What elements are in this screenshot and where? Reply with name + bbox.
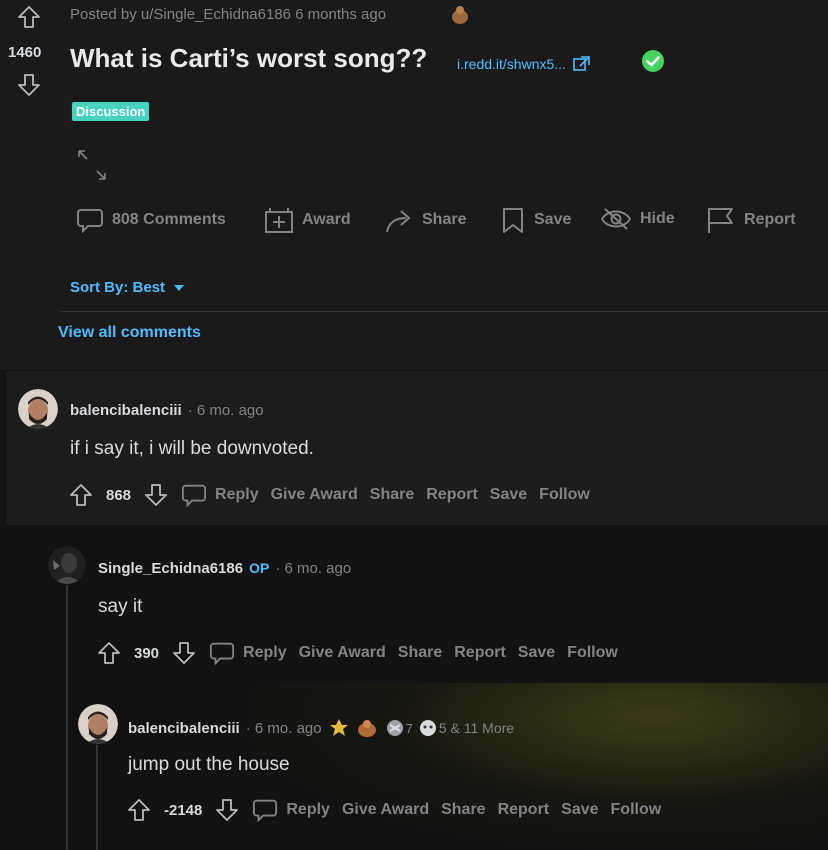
upvote-arrow-icon[interactable] [68, 482, 94, 508]
comment-3-actions: -2148 Reply Give Award Share Report Save… [126, 797, 661, 823]
comment-1-header: balencibalenciii · 6 mo. ago [70, 402, 264, 419]
comment-text: say it [98, 596, 143, 617]
award-button[interactable]: Award [264, 206, 351, 234]
op-badge: OP [249, 560, 270, 576]
comment-bubble-icon [253, 799, 278, 823]
share-button[interactable]: Share [384, 206, 466, 234]
give-award-button[interactable]: Give Award [342, 801, 429, 819]
report-button[interactable]: Report [426, 486, 478, 504]
comment-2-header: Single_Echidna6186 OP · 6 mo. ago [98, 560, 351, 577]
share-button[interactable]: Share [441, 801, 485, 819]
expand-icon[interactable] [76, 148, 108, 182]
avatar[interactable] [78, 704, 118, 744]
comment-1-actions: 868 Reply Give Award Share Report Save F… [68, 482, 590, 508]
sort-dropdown[interactable]: Sort By: Best [70, 279, 185, 296]
award-label: Award [302, 211, 351, 228]
award-icon[interactable] [328, 717, 350, 739]
comment-time: · 6 mo. ago [245, 719, 322, 737]
report-button[interactable]: Report [706, 206, 796, 234]
share-arrow-icon [386, 210, 411, 233]
thread-line[interactable] [66, 585, 68, 850]
report-button[interactable]: Report [454, 644, 506, 662]
reply-button[interactable]: Reply [209, 640, 287, 666]
give-award-button[interactable]: Give Award [271, 486, 358, 504]
caret-down-icon [174, 284, 185, 291]
comment-2-actions: 390 Reply Give Award Share Report Save F… [96, 640, 618, 666]
downvote-arrow-icon [18, 74, 40, 96]
report-button[interactable]: Report [498, 801, 550, 819]
comment-text: jump out the house [128, 754, 290, 775]
sort-label: Sort By: Best [70, 279, 166, 296]
report-label: Report [744, 211, 796, 228]
post-link[interactable]: i.redd.it/shwnx5... [457, 55, 592, 73]
post-title[interactable]: What is Carti’s worst song?? [70, 43, 427, 74]
view-all-comments-link[interactable]: View all comments [58, 324, 201, 342]
upvote-button[interactable] [16, 4, 42, 30]
save-button[interactable]: Save [500, 206, 571, 234]
avatar[interactable] [18, 389, 58, 429]
comment-time: · 6 mo. ago [275, 560, 352, 577]
comment-username[interactable]: Single_Echidna6186 [98, 560, 243, 577]
post-score: 1460 [8, 44, 42, 61]
save-button[interactable]: Save [490, 486, 527, 504]
flag-icon [708, 208, 733, 233]
comment-bubble-icon [209, 642, 235, 666]
upvote-arrow-icon[interactable] [96, 640, 122, 666]
divider [60, 311, 828, 312]
downvote-arrow-icon[interactable] [143, 482, 169, 508]
award-count: 7 [405, 720, 413, 736]
comment-username[interactable]: balencibalenciii [128, 720, 240, 737]
external-link-icon [573, 56, 590, 71]
comment-score: -2148 [164, 801, 203, 819]
background-glow [250, 683, 828, 850]
award-icon[interactable] [356, 717, 378, 739]
comments-count-label: 808 Comments [112, 211, 226, 228]
comment-text: if i say it, i will be downvoted. [70, 438, 314, 459]
bookmark-icon [503, 208, 523, 233]
comment-bubble-icon [181, 484, 207, 508]
comment-score: 390 [134, 644, 160, 662]
hide-button[interactable]: Hide [600, 206, 675, 232]
upvote-arrow-icon[interactable] [126, 797, 152, 823]
comment-username[interactable]: balencibalenciii [70, 402, 182, 419]
award-icon[interactable] [419, 719, 437, 737]
save-button[interactable]: Save [561, 801, 598, 819]
reply-label: Reply [243, 644, 287, 661]
more-awards[interactable]: 5 & 11 More [439, 720, 514, 736]
save-label: Save [534, 211, 572, 228]
upvote-arrow-icon [18, 6, 40, 28]
eye-slash-icon [600, 208, 632, 230]
comment-bubble-icon [77, 209, 103, 234]
comment-score: 868 [106, 486, 132, 504]
downvote-button[interactable] [16, 72, 42, 98]
downvote-arrow-icon[interactable] [171, 640, 197, 666]
follow-button[interactable]: Follow [539, 486, 590, 504]
comment-3-header: balencibalenciii · 6 mo. ago 7 5 & 11 Mo… [128, 717, 514, 739]
award-icon [450, 4, 470, 26]
verified-check-icon [641, 49, 665, 73]
post-link-text: i.redd.it/shwnx5... [457, 56, 566, 72]
comment-time: · 6 mo. ago [187, 402, 264, 419]
reply-button[interactable]: Reply [181, 482, 259, 508]
share-button[interactable]: Share [370, 486, 414, 504]
share-label: Share [422, 211, 467, 228]
follow-button[interactable]: Follow [567, 644, 618, 662]
follow-button[interactable]: Follow [611, 801, 662, 819]
award-icon[interactable] [384, 717, 406, 739]
avatar[interactable] [48, 546, 86, 584]
give-award-button[interactable]: Give Award [299, 644, 386, 662]
gift-icon [265, 208, 293, 233]
share-button[interactable]: Share [398, 644, 442, 662]
hide-label: Hide [640, 210, 675, 227]
reply-label: Reply [215, 486, 259, 503]
reply-label: Reply [286, 801, 330, 818]
thread-line[interactable] [96, 745, 98, 850]
reply-button[interactable]: Reply [252, 797, 330, 823]
save-button[interactable]: Save [518, 644, 555, 662]
post-flair[interactable]: Discussion [72, 102, 150, 121]
comments-button[interactable]: 808 Comments [76, 206, 226, 234]
post-meta: Posted by u/Single_Echidna6186 6 months … [70, 6, 387, 23]
downvote-arrow-icon[interactable] [214, 797, 240, 823]
